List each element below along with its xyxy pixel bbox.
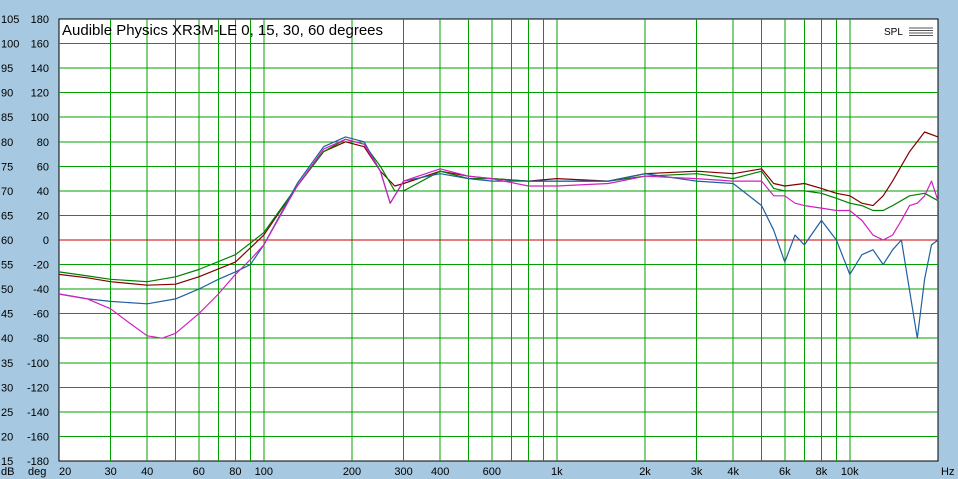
y-tick-deg: -40	[33, 284, 49, 296]
y-tick-db: 25	[1, 407, 13, 419]
legend-label: SPL	[884, 27, 903, 38]
x-tick-label: 400	[431, 466, 449, 478]
y-tick-deg: -80	[33, 333, 49, 345]
y-tick-deg: 120	[31, 88, 49, 100]
y-tick-db: 90	[1, 88, 13, 100]
y-tick-db: 45	[1, 309, 13, 321]
x-tick-label: 8k	[816, 466, 828, 478]
x-tick-label: 100	[255, 466, 273, 478]
y-tick-deg: 20	[37, 210, 49, 222]
chart-title: Audible Physics XR3M-LE 0, 15, 30, 60 de…	[62, 22, 383, 39]
y-tick-db: 70	[1, 186, 13, 198]
y-tick-deg: 100	[31, 112, 49, 124]
frequency-response-chart: 105 180 100 160 95 140 90 120 85 100 80 80 75 60 70 40 6…	[0, 0, 958, 479]
y-unit-db: dB	[1, 466, 14, 478]
y-unit-deg: deg	[28, 466, 46, 478]
y-tick-db: 85	[1, 112, 13, 124]
y-tick-db: 100	[1, 39, 19, 51]
y-tick-deg: 40	[37, 186, 49, 198]
y-tick-db: 105	[1, 14, 19, 26]
x-tick-label: 600	[483, 466, 501, 478]
y-tick-deg: 0	[43, 235, 49, 247]
x-tick-label: 6k	[779, 466, 791, 478]
y-tick-db: 30	[1, 382, 13, 394]
y-tick-db: 35	[1, 358, 13, 370]
y-tick-deg: -20	[33, 260, 49, 272]
x-tick-label: 300	[394, 466, 412, 478]
x-tick-label: 2k	[639, 466, 651, 478]
y-tick-db: 75	[1, 161, 13, 173]
y-tick-deg: -100	[27, 358, 49, 370]
x-tick-label: 1k	[551, 466, 563, 478]
x-tick-label: 30	[104, 466, 116, 478]
y-tick-deg: 60	[37, 161, 49, 173]
y-tick-db: 95	[1, 63, 13, 75]
y-tick-deg: 80	[37, 137, 49, 149]
y-tick-deg: -140	[27, 407, 49, 419]
y-tick-deg: -120	[27, 382, 49, 394]
x-tick-label: 60	[193, 466, 205, 478]
x-unit-hz: Hz	[941, 466, 954, 478]
x-tick-label: 10k	[841, 466, 859, 478]
x-tick-label: 20	[59, 466, 71, 478]
x-tick-label: 200	[343, 466, 361, 478]
y-tick-db: 60	[1, 235, 13, 247]
x-tick-label: 4k	[727, 466, 739, 478]
x-tick-label: 40	[141, 466, 153, 478]
x-tick-label: 80	[229, 466, 241, 478]
y-tick-deg: -160	[27, 431, 49, 443]
y-tick-db: 80	[1, 137, 13, 149]
x-tick-label: 3k	[691, 466, 703, 478]
y-tick-deg: 180	[31, 14, 49, 26]
y-tick-deg: -60	[33, 309, 49, 321]
y-tick-db: 50	[1, 284, 13, 296]
y-tick-db: 55	[1, 260, 13, 272]
y-tick-db: 40	[1, 333, 13, 345]
y-tick-deg: 160	[31, 39, 49, 51]
y-tick-deg: 140	[31, 63, 49, 75]
y-tick-db: 65	[1, 210, 13, 222]
y-tick-db: 20	[1, 431, 13, 443]
